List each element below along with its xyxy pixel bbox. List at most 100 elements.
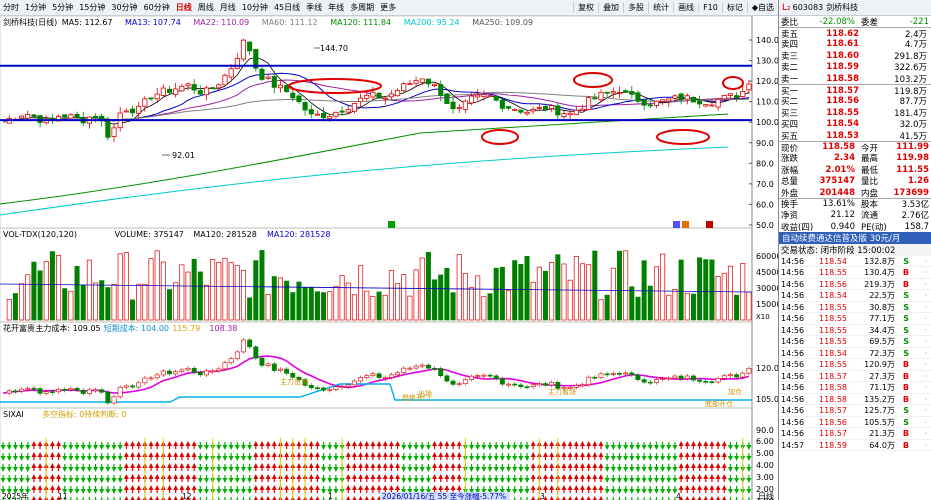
vol-ytick: 30000 (756, 284, 778, 293)
ind-candle (623, 372, 629, 375)
period-1[interactable]: 1分钟 (22, 2, 49, 13)
down-arrow-icon (6, 456, 12, 461)
period-11[interactable]: 季线 (303, 2, 325, 13)
ad-banner[interactable]: 自动续费通达信普及版 30元/月 (779, 232, 931, 245)
volume-bar (469, 287, 475, 321)
stock-code: 603083 (792, 3, 824, 12)
down-arrow-icon (0, 478, 6, 483)
down-arrow-icon (629, 456, 635, 461)
volume-bar (314, 291, 320, 321)
bid-row: 买二 118.56 87.7万 (781, 96, 927, 108)
volume-bar (395, 283, 401, 321)
up-arrow-icon (308, 463, 314, 468)
ind-candle (314, 387, 320, 390)
down-arrow-icon (635, 445, 641, 450)
period-toolbar: 分时 1分钟 5分钟 15分钟 30分钟 60分钟 日线 周线 月线 10分钟 45日线 季线 年线 多周… (0, 0, 778, 16)
ind-candle (475, 375, 481, 377)
volume-bar (191, 258, 197, 321)
ind-candle (499, 378, 505, 385)
kline-chart-svg[interactable]: 剑桥科技(日线) MA5: 112.67 MA13: 107.74 MA22: 110… (0, 16, 778, 500)
period-10[interactable]: 45日线 (271, 2, 303, 13)
volume-bar (456, 254, 462, 321)
up-arrow-icon (549, 452, 555, 457)
candle-body (684, 95, 690, 100)
vol-unit: X10 (756, 313, 770, 321)
period-3[interactable]: 15分钟 (76, 2, 108, 13)
ind-candle (727, 374, 733, 377)
level-icon: L₂ (782, 2, 791, 13)
up-arrow-icon (284, 441, 290, 446)
up-arrow-icon (567, 485, 573, 490)
tool-0[interactable]: 复权 (573, 2, 598, 13)
down-arrow-icon (629, 467, 635, 472)
candle-body (481, 94, 487, 97)
up-arrow-icon (382, 452, 388, 457)
tool-6[interactable]: 标记 (721, 2, 747, 13)
tool-5[interactable]: F10 (698, 3, 722, 12)
up-arrow-icon (308, 452, 314, 457)
up-arrow-icon (351, 441, 357, 446)
ind-candle (610, 373, 616, 375)
ind-candle (247, 339, 253, 348)
down-arrow-icon (197, 467, 203, 472)
down-arrow-icon (506, 467, 512, 472)
down-arrow-icon (111, 467, 117, 472)
down-arrow-icon (6, 478, 12, 483)
up-arrow-icon (37, 452, 43, 457)
ask-row: 卖三 118.60 291.8万 (781, 50, 927, 62)
tool-1[interactable]: 叠加 (598, 2, 623, 13)
up-arrow-icon (259, 463, 265, 468)
up-arrow-icon (173, 463, 179, 468)
ytick-label: 80.0 (756, 159, 774, 168)
down-arrow-icon (25, 478, 31, 483)
period-13[interactable]: 多周期 (347, 2, 377, 13)
period-12[interactable]: 年线 (325, 2, 347, 13)
volume-bar (345, 282, 351, 321)
tool-4[interactable]: 画线 (673, 2, 698, 13)
volume-bar (549, 262, 555, 321)
tool-7[interactable]: ◆自选 (746, 2, 778, 13)
down-arrow-icon (629, 445, 635, 450)
ind-candle (333, 386, 339, 390)
chart-area[interactable]: 剑桥科技(日线) MA5: 112.67 MA13: 107.74 MA22: 110… (0, 16, 778, 500)
down-arrow-icon (234, 445, 240, 450)
down-arrow-icon (653, 467, 659, 472)
candle-body (25, 114, 31, 119)
down-arrow-icon (623, 478, 629, 483)
up-arrow-icon (370, 441, 376, 446)
period-7[interactable]: 周线 (195, 2, 217, 13)
down-arrow-icon (234, 489, 240, 494)
period-5[interactable]: 60分钟 (141, 2, 173, 13)
up-arrow-icon (259, 474, 265, 479)
period-6[interactable]: 日线 (173, 2, 195, 13)
tool-3[interactable]: 统计 (648, 2, 673, 13)
legend-item: MA120: 111.84 (330, 18, 391, 27)
volume-bar (660, 253, 666, 321)
period-14[interactable]: 更多 (377, 2, 399, 13)
candle-body (154, 93, 160, 100)
period-0[interactable]: 分时 (0, 2, 22, 13)
quote-panel: L₂ 603083 剑桥科技 委比 -22.08% 委差 -221 卖五 118.62 2.… (778, 0, 931, 500)
up-arrow-icon (345, 463, 351, 468)
down-arrow-icon (247, 467, 253, 472)
down-arrow-icon (203, 456, 209, 461)
candle-body (616, 92, 623, 94)
down-arrow-icon (216, 478, 222, 483)
ind-ytick: 120.0 (756, 364, 778, 373)
down-arrow-icon (321, 478, 327, 483)
down-arrow-icon (407, 445, 413, 450)
tool-2[interactable]: 多股 (623, 2, 648, 13)
period-2[interactable]: 5分钟 (49, 2, 76, 13)
period-8[interactable]: 月线 (217, 2, 239, 13)
down-arrow-icon (641, 456, 647, 461)
legend-item: 多空指标: 0 (42, 409, 84, 419)
up-arrow-icon (265, 474, 271, 479)
period-4[interactable]: 30分钟 (108, 2, 140, 13)
up-arrow-icon (167, 463, 173, 468)
candle-body (549, 105, 555, 109)
down-arrow-icon (19, 445, 25, 450)
up-arrow-icon (388, 474, 394, 479)
down-arrow-icon (0, 445, 6, 450)
period-9[interactable]: 10分钟 (239, 2, 271, 13)
down-arrow-icon (419, 478, 425, 483)
